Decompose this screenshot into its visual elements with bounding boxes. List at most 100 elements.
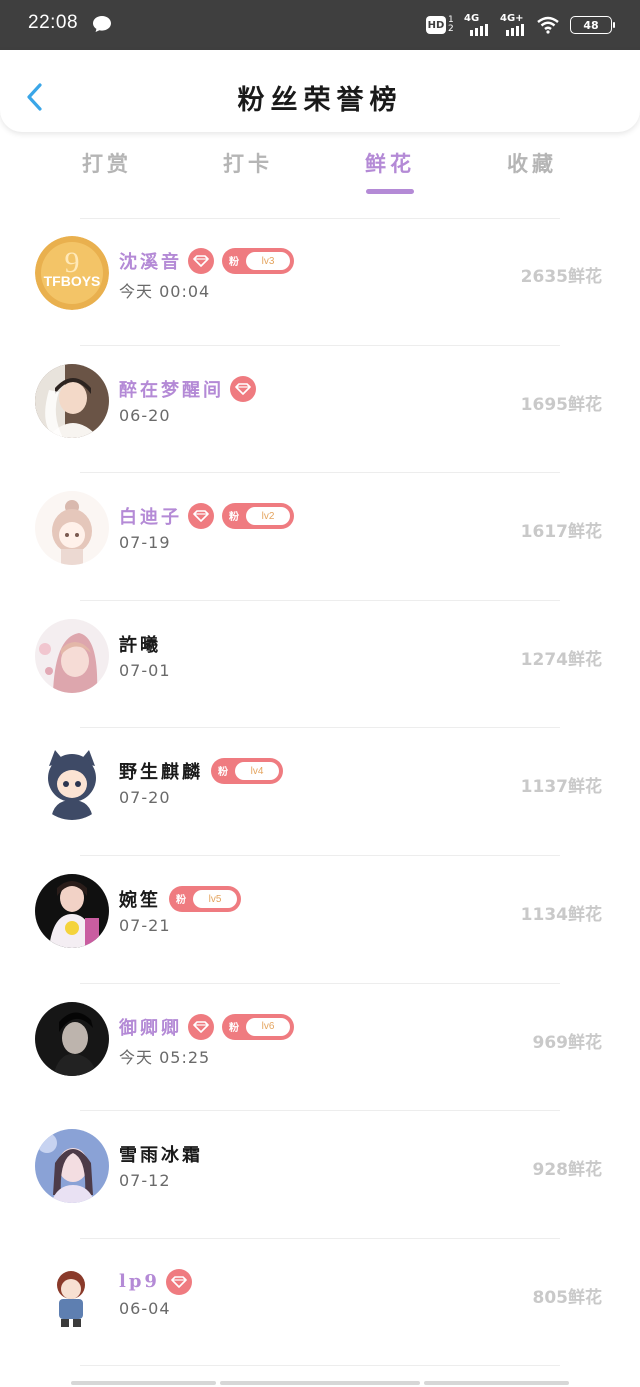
last-active-time: 06-04 — [119, 1298, 171, 1318]
diamond-icon — [165, 1268, 192, 1295]
status-time: 22:08 — [28, 12, 79, 33]
user-name: 雪雨冰霜 — [119, 1145, 203, 1167]
user-name: 婉笙 — [119, 890, 161, 911]
status-bar: 22:08 HD 1 2 4G 4G+ 48 — [0, 0, 640, 50]
diamond-icon — [188, 1013, 214, 1040]
name-line: 野生麒麟 粉 lv4 — [119, 758, 283, 785]
avatar[interactable] — [35, 618, 109, 693]
diamond-icon — [188, 503, 214, 530]
name-line: 醉在梦醒间 — [119, 375, 256, 402]
name-line: lp9 — [119, 1268, 192, 1295]
ranking-row[interactable]: 御卿卿 粉 lv6 今天 05:25 969鲜花 — [0, 984, 640, 1112]
last-active-time: 今天 05:25 — [119, 1047, 211, 1067]
avatar[interactable] — [35, 363, 109, 438]
name-line: 御卿卿 粉 lv6 — [119, 1013, 294, 1040]
flower-count: 1274鲜花 — [520, 649, 602, 670]
avatar[interactable]: 9 TFBOYS — [35, 236, 109, 310]
fan-level-badge: 粉 lv6 — [222, 1013, 294, 1040]
fan-level-badge: 粉 lv3 — [222, 248, 294, 274]
flower-count: 969鲜花 — [532, 1032, 603, 1053]
user-name: 醉在梦醒间 — [119, 379, 224, 401]
fan-level-label: lv3 — [246, 252, 290, 270]
tab-bar: 打赏 打卡 鲜花 收藏 — [0, 148, 640, 200]
ranking-row[interactable]: 雪雨冰霜 07-12 928鲜花 — [0, 1111, 640, 1239]
fan-level-badge: 粉 lv4 — [211, 758, 283, 785]
message-icon — [93, 16, 111, 32]
avatar[interactable] — [35, 874, 109, 948]
name-line: 白迪子 粉 lv2 — [119, 503, 294, 530]
avatar[interactable] — [35, 1129, 109, 1204]
flower-count: 1137鲜花 — [520, 777, 602, 798]
avatar[interactable] — [35, 746, 109, 821]
fan-level-badge: 粉 lv5 — [169, 886, 241, 912]
user-name: 白迪子 — [119, 507, 182, 529]
fan-badge-icon: 粉 — [229, 1022, 239, 1034]
name-line: 婉笙 粉 lv5 — [119, 886, 241, 912]
flower-count: 1695鲜花 — [520, 394, 602, 415]
last-active-time: 07-20 — [119, 788, 171, 808]
flower-count: 1134鲜花 — [520, 905, 602, 925]
name-line: 許曦 — [119, 631, 161, 657]
ranking-row[interactable]: 9 TFBOYS 沈溪音 粉 lv3 今天 00:04 2635鲜花 — [0, 218, 640, 346]
signal-4g-plus-label: 4G+ — [500, 13, 524, 24]
user-name: lp9 — [119, 1271, 160, 1293]
fan-level-label: lv5 — [193, 890, 237, 908]
bottom-scroll-bar — [220, 1381, 420, 1385]
diamond-icon — [188, 248, 214, 274]
tab-checkin[interactable]: 打卡 — [203, 148, 293, 178]
user-name: 許曦 — [119, 634, 161, 656]
coin-brand: TFBOYS — [44, 273, 101, 289]
fan-badge-icon: 粉 — [176, 895, 186, 906]
user-name: 御卿卿 — [119, 1017, 182, 1039]
name-line: 雪雨冰霜 — [119, 1141, 203, 1167]
ranking-row[interactable]: 白迪子 粉 lv2 07-19 1617鲜花 — [0, 473, 640, 601]
last-active-time: 06-20 — [119, 405, 171, 425]
ranking-row[interactable]: 野生麒麟 粉 lv4 07-20 1137鲜花 — [0, 728, 640, 856]
battery-icon: 48 — [570, 16, 615, 34]
ranking-row[interactable]: 婉笙 粉 lv5 07-21 1134鲜花 — [0, 856, 640, 984]
fan-level-label: lv4 — [235, 762, 279, 781]
avatar[interactable] — [35, 491, 109, 566]
user-name: 野生麒麟 — [119, 762, 203, 784]
divider — [80, 1365, 560, 1367]
tab-favorites[interactable]: 收藏 — [487, 148, 577, 178]
signal-4g-label: 4G — [464, 13, 480, 24]
flower-count: 1617鲜花 — [520, 522, 602, 543]
wifi-icon — [537, 16, 559, 34]
fan-level-badge: 粉 lv2 — [222, 503, 294, 530]
tab-flowers[interactable]: 鲜花 — [345, 148, 435, 194]
last-active-time: 07-21 — [119, 916, 171, 935]
last-active-time: 07-01 — [119, 660, 171, 680]
active-tab-indicator — [366, 189, 414, 194]
hd-icon: HD — [426, 16, 446, 34]
last-active-time: 07-12 — [119, 1171, 171, 1191]
diamond-icon — [230, 375, 256, 402]
fan-badge-icon: 粉 — [218, 767, 228, 779]
avatar[interactable] — [35, 1256, 109, 1331]
system-icons: HD 1 2 4G 4G+ 48 — [426, 12, 615, 38]
fan-badge-icon: 粉 — [229, 512, 239, 524]
ranking-row[interactable]: lp9 06-04 805鲜花 — [0, 1239, 640, 1367]
last-active-time: 07-19 — [119, 533, 171, 553]
avatar[interactable] — [35, 1001, 109, 1076]
signal-4g-plus-icon: 4G+ — [500, 13, 526, 36]
fan-badge-icon: 粉 — [229, 257, 239, 268]
tab-flowers-label: 鲜花 — [365, 151, 415, 176]
page-title: 粉丝荣誉榜 — [237, 85, 403, 116]
flower-count: 928鲜花 — [532, 1160, 603, 1181]
fan-level-label: lv6 — [246, 1017, 290, 1036]
signal-4g-icon: 4G — [464, 13, 490, 36]
hd-sub-label: 1 2 — [448, 15, 454, 34]
tab-reward[interactable]: 打赏 — [62, 148, 152, 178]
flower-count: 2635鲜花 — [520, 267, 602, 287]
top-bar: 粉丝荣誉榜 — [0, 50, 640, 132]
bottom-scroll-bar — [71, 1381, 216, 1385]
user-name: 沈溪音 — [119, 252, 182, 273]
fan-level-label: lv2 — [246, 507, 290, 526]
ranking-row[interactable]: 許曦 07-01 1274鲜花 — [0, 601, 640, 729]
ranking-row[interactable]: 醉在梦醒间 06-20 1695鲜花 — [0, 346, 640, 474]
name-line: 沈溪音 粉 lv3 — [119, 248, 294, 274]
flower-count: 805鲜花 — [532, 1287, 603, 1308]
last-active-time: 今天 00:04 — [119, 282, 211, 301]
bottom-scroll-bar — [424, 1381, 569, 1385]
